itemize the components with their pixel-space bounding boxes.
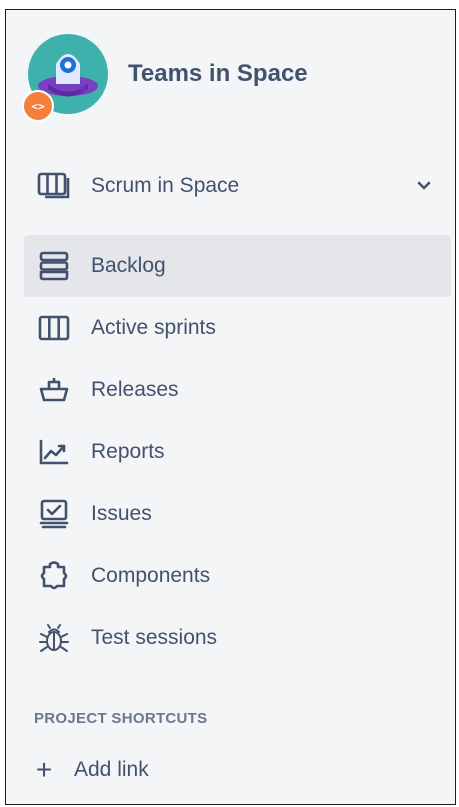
nav-item-releases[interactable]: Releases [24, 359, 451, 421]
components-icon [36, 558, 72, 594]
issues-icon [36, 496, 72, 532]
nav-item-active-sprints[interactable]: Active sprints [24, 297, 451, 359]
board-name: Scrum in Space [91, 174, 240, 197]
nav-item-label: Components [91, 564, 211, 587]
nav-item-label: Active sprints [91, 316, 216, 339]
nav-item-label: Issues [91, 502, 152, 525]
code-icon: <> [22, 90, 54, 122]
nav-list: Backlog Active sprints Releases Reports … [6, 235, 455, 669]
board-switcher[interactable]: Scrum in Space [6, 164, 455, 208]
releases-icon [36, 372, 72, 408]
nav-item-label: Backlog [91, 254, 166, 277]
add-link-button[interactable]: + Add link [30, 752, 149, 788]
reports-icon [36, 434, 72, 470]
project-name: Teams in Space [128, 60, 308, 87]
board-icon [36, 168, 72, 204]
nav-item-label: Releases [91, 378, 179, 401]
nav-item-reports[interactable]: Reports [24, 421, 451, 483]
bug-icon [36, 620, 72, 656]
nav-item-backlog[interactable]: Backlog [24, 235, 451, 297]
active-sprints-icon [36, 310, 72, 346]
backlog-icon [36, 248, 72, 284]
chevron-down-icon[interactable] [412, 174, 436, 198]
nav-item-components[interactable]: Components [24, 545, 451, 607]
nav-item-test-sessions[interactable]: Test sessions [24, 607, 451, 669]
plus-icon: + [35, 754, 53, 785]
nav-item-label: Reports [91, 440, 165, 463]
project-header: <> Teams in Space [22, 34, 308, 122]
project-sidebar: <> Teams in Space Scrum in Space Backlog… [5, 9, 456, 805]
add-link-label: Add link [74, 758, 149, 781]
nav-item-label: Test sessions [91, 626, 218, 649]
section-title-project-shortcuts: PROJECT SHORTCUTS [34, 710, 208, 727]
project-avatar[interactable]: <> [22, 34, 108, 122]
nav-item-issues[interactable]: Issues [24, 483, 451, 545]
